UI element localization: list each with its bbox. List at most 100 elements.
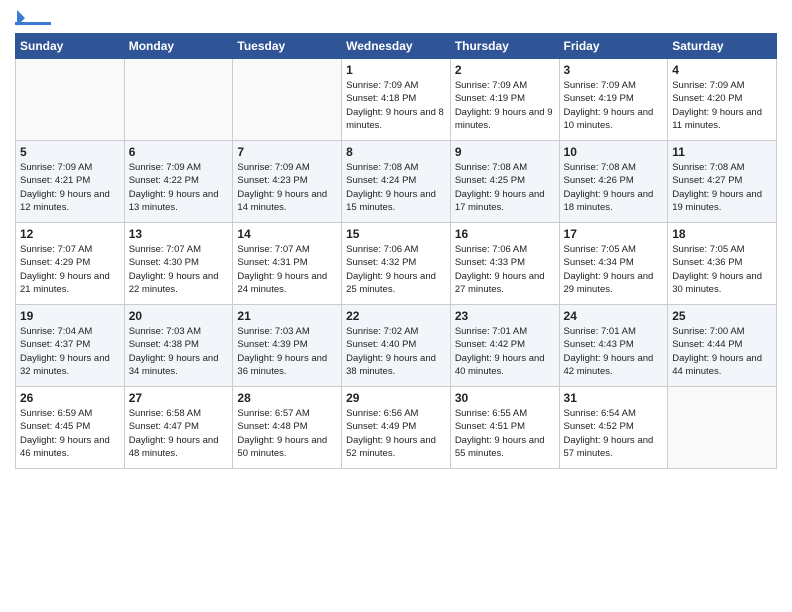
- calendar-cell: 16Sunrise: 7:06 AM Sunset: 4:33 PM Dayli…: [450, 223, 559, 305]
- day-number: 11: [672, 145, 772, 159]
- calendar-cell: 12 Sunrise: 7:07 AM Sunset: 4:29 PM Dayli…: [16, 223, 125, 305]
- day-number: 10: [564, 145, 664, 159]
- calendar-cell: [124, 59, 233, 141]
- day-info: Sunrise: 6:55 AM Sunset: 4:51 PM Dayligh…: [455, 407, 555, 460]
- day-number: 4: [672, 63, 772, 77]
- day-info: Sunrise: 6:58 AM Sunset: 4:47 PM Dayligh…: [129, 407, 229, 460]
- day-info: Sunrise: 6:57 AM Sunset: 4:48 PM Dayligh…: [237, 407, 337, 460]
- day-number: 12: [20, 227, 120, 241]
- day-number: 25: [672, 309, 772, 323]
- day-info: Sunrise: 7:09 AM Sunset: 4:21 PM Dayligh…: [20, 161, 120, 214]
- day-info: Sunrise: 7:09 AM Sunset: 4:22 PM Dayligh…: [129, 161, 229, 214]
- calendar-cell: 28 Sunrise: 6:57 AM Sunset: 4:48 PM Dayli…: [233, 387, 342, 469]
- day-info: Sunrise: 7:08 AM Sunset: 4:27 PM Dayligh…: [672, 161, 772, 214]
- calendar-cell: 31 Sunrise: 6:54 AM Sunset: 4:52 PM Dayli…: [559, 387, 668, 469]
- calendar-cell: [16, 59, 125, 141]
- col-header-tuesday: Tuesday: [233, 34, 342, 59]
- calendar-cell: 3 Sunrise: 7:09 AM Sunset: 4:19 PM Daylig…: [559, 59, 668, 141]
- day-number: 31: [564, 391, 664, 405]
- day-info: Sunrise: 7:01 AM Sunset: 4:43 PM Dayligh…: [564, 325, 664, 378]
- day-info: Sunrise: 7:06 AM Sunset: 4:33 PM Dayligh…: [455, 243, 555, 296]
- calendar-week-row: 5 Sunrise: 7:09 AM Sunset: 4:21 PM Daylig…: [16, 141, 777, 223]
- calendar-week-row: 1 Sunrise: 7:09 AM Sunset: 4:18 PM Daylig…: [16, 59, 777, 141]
- day-info: Sunrise: 7:09 AM Sunset: 4:19 PM Dayligh…: [455, 79, 555, 132]
- day-number: 28: [237, 391, 337, 405]
- calendar-cell: 13 Sunrise: 7:07 AM Sunset: 4:30 PM Dayli…: [124, 223, 233, 305]
- day-number: 6: [129, 145, 229, 159]
- calendar-cell: 18 Sunrise: 7:05 AM Sunset: 4:36 PM Dayli…: [668, 223, 777, 305]
- day-info: Sunrise: 7:00 AM Sunset: 4:44 PM Dayligh…: [672, 325, 772, 378]
- calendar-cell: 4 Sunrise: 7:09 AM Sunset: 4:20 PM Daylig…: [668, 59, 777, 141]
- day-number: 7: [237, 145, 337, 159]
- day-number: 30: [455, 391, 555, 405]
- calendar-header-row: SundayMondayTuesdayWednesdayThursdayFrid…: [16, 34, 777, 59]
- day-number: 9: [455, 145, 555, 159]
- calendar-cell: 15 Sunrise: 7:06 AM Sunset: 4:32 PM Dayli…: [342, 223, 451, 305]
- day-number: 13: [129, 227, 229, 241]
- col-header-sunday: Sunday: [16, 34, 125, 59]
- header: [15, 10, 777, 25]
- day-info: Sunrise: 7:09 AM Sunset: 4:18 PM Dayligh…: [346, 79, 446, 132]
- day-number: 14: [237, 227, 337, 241]
- day-number: 24: [564, 309, 664, 323]
- calendar-cell: 24 Sunrise: 7:01 AM Sunset: 4:43 PM Dayli…: [559, 305, 668, 387]
- logo: [15, 10, 55, 25]
- calendar-cell: 8Sunrise: 7:08 AM Sunset: 4:24 PM Daylig…: [342, 141, 451, 223]
- day-number: 26: [20, 391, 120, 405]
- day-number: 29: [346, 391, 446, 405]
- day-info: Sunrise: 7:04 AM Sunset: 4:37 PM Dayligh…: [20, 325, 120, 378]
- day-number: 18: [672, 227, 772, 241]
- calendar-cell: 29 Sunrise: 6:56 AM Sunset: 4:49 PM Dayli…: [342, 387, 451, 469]
- calendar-cell: [668, 387, 777, 469]
- day-info: Sunrise: 7:07 AM Sunset: 4:31 PM Dayligh…: [237, 243, 337, 296]
- page: SundayMondayTuesdayWednesdayThursdayFrid…: [0, 0, 792, 479]
- day-number: 22: [346, 309, 446, 323]
- calendar-week-row: 19 Sunrise: 7:04 AM Sunset: 4:37 PM Dayli…: [16, 305, 777, 387]
- day-info: Sunrise: 7:05 AM Sunset: 4:36 PM Dayligh…: [672, 243, 772, 296]
- calendar-week-row: 12 Sunrise: 7:07 AM Sunset: 4:29 PM Dayli…: [16, 223, 777, 305]
- calendar-cell: 17 Sunrise: 7:05 AM Sunset: 4:34 PM Dayli…: [559, 223, 668, 305]
- day-number: 2: [455, 63, 555, 77]
- col-header-monday: Monday: [124, 34, 233, 59]
- calendar-cell: 22 Sunrise: 7:02 AM Sunset: 4:40 PM Dayli…: [342, 305, 451, 387]
- day-info: Sunrise: 7:07 AM Sunset: 4:30 PM Dayligh…: [129, 243, 229, 296]
- calendar-cell: 1 Sunrise: 7:09 AM Sunset: 4:18 PM Daylig…: [342, 59, 451, 141]
- calendar-cell: 21Sunrise: 7:03 AM Sunset: 4:39 PM Dayli…: [233, 305, 342, 387]
- day-number: 5: [20, 145, 120, 159]
- calendar-body: 1 Sunrise: 7:09 AM Sunset: 4:18 PM Daylig…: [16, 59, 777, 469]
- col-header-saturday: Saturday: [668, 34, 777, 59]
- calendar-cell: 10 Sunrise: 7:08 AM Sunset: 4:26 PM Dayli…: [559, 141, 668, 223]
- day-info: Sunrise: 7:09 AM Sunset: 4:20 PM Dayligh…: [672, 79, 772, 132]
- day-number: 19: [20, 309, 120, 323]
- calendar-cell: 27Sunrise: 6:58 AM Sunset: 4:47 PM Dayli…: [124, 387, 233, 469]
- day-info: Sunrise: 6:59 AM Sunset: 4:45 PM Dayligh…: [20, 407, 120, 460]
- calendar-week-row: 26 Sunrise: 6:59 AM Sunset: 4:45 PM Dayli…: [16, 387, 777, 469]
- calendar-cell: 11 Sunrise: 7:08 AM Sunset: 4:27 PM Dayli…: [668, 141, 777, 223]
- calendar-cell: [233, 59, 342, 141]
- calendar-cell: 20 Sunrise: 7:03 AM Sunset: 4:38 PM Dayli…: [124, 305, 233, 387]
- day-info: Sunrise: 7:05 AM Sunset: 4:34 PM Dayligh…: [564, 243, 664, 296]
- day-number: 21: [237, 309, 337, 323]
- day-info: Sunrise: 7:02 AM Sunset: 4:40 PM Dayligh…: [346, 325, 446, 378]
- day-info: Sunrise: 7:06 AM Sunset: 4:32 PM Dayligh…: [346, 243, 446, 296]
- day-info: Sunrise: 7:09 AM Sunset: 4:23 PM Dayligh…: [237, 161, 337, 214]
- day-number: 3: [564, 63, 664, 77]
- calendar-cell: 5 Sunrise: 7:09 AM Sunset: 4:21 PM Daylig…: [16, 141, 125, 223]
- day-info: Sunrise: 6:56 AM Sunset: 4:49 PM Dayligh…: [346, 407, 446, 460]
- day-number: 17: [564, 227, 664, 241]
- day-info: Sunrise: 7:08 AM Sunset: 4:26 PM Dayligh…: [564, 161, 664, 214]
- day-info: Sunrise: 7:03 AM Sunset: 4:38 PM Dayligh…: [129, 325, 229, 378]
- day-number: 15: [346, 227, 446, 241]
- day-info: Sunrise: 6:54 AM Sunset: 4:52 PM Dayligh…: [564, 407, 664, 460]
- day-number: 20: [129, 309, 229, 323]
- col-header-thursday: Thursday: [450, 34, 559, 59]
- calendar-cell: 6 Sunrise: 7:09 AM Sunset: 4:22 PM Daylig…: [124, 141, 233, 223]
- day-info: Sunrise: 7:07 AM Sunset: 4:29 PM Dayligh…: [20, 243, 120, 296]
- day-number: 8: [346, 145, 446, 159]
- day-number: 23: [455, 309, 555, 323]
- day-info: Sunrise: 7:09 AM Sunset: 4:19 PM Dayligh…: [564, 79, 664, 132]
- day-number: 1: [346, 63, 446, 77]
- calendar-cell: 14 Sunrise: 7:07 AM Sunset: 4:31 PM Dayli…: [233, 223, 342, 305]
- calendar-cell: 2 Sunrise: 7:09 AM Sunset: 4:19 PM Daylig…: [450, 59, 559, 141]
- calendar-cell: 25 Sunrise: 7:00 AM Sunset: 4:44 PM Dayli…: [668, 305, 777, 387]
